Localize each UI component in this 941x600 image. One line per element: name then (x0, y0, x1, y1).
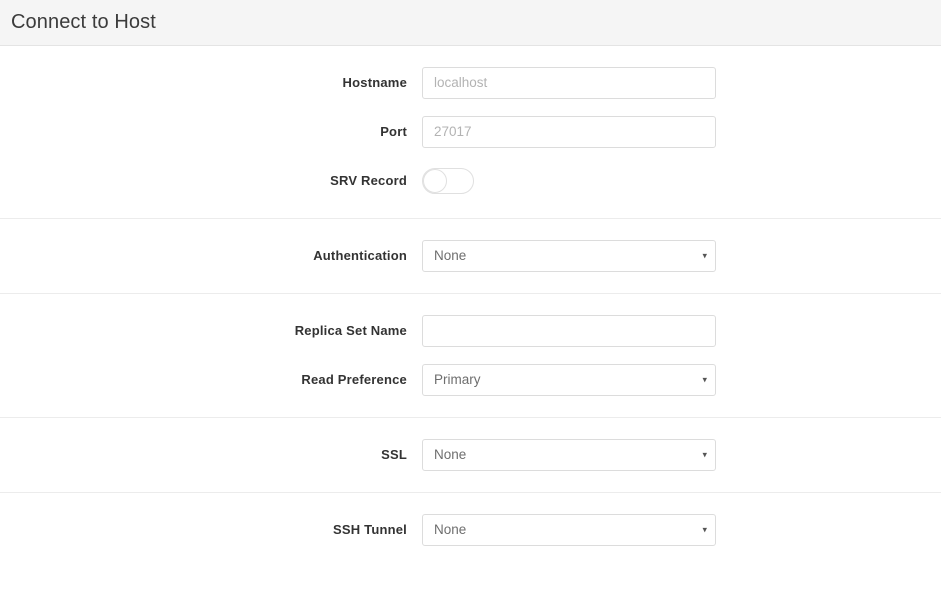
window-titlebar: Connect to Host (0, 0, 941, 46)
field-control: None ▾ (422, 513, 716, 546)
ssl-select[interactable]: None ▾ (422, 438, 716, 471)
page-title: Connect to Host (11, 11, 156, 33)
field-control (422, 66, 716, 99)
toggle-knob (423, 168, 447, 193)
form-row: SSL None ▾ (0, 430, 941, 479)
field-control (422, 314, 716, 347)
ssh-tunnel-select[interactable]: None ▾ (422, 513, 716, 546)
field-label: Replica Set Name (294, 323, 407, 338)
replica-set-name-input[interactable] (422, 314, 716, 347)
field-control: None ▾ (422, 239, 716, 272)
form-row: SSH Tunnel None ▾ (0, 505, 941, 554)
form-row: Replica Set Name (0, 306, 941, 355)
read-preference-select-value[interactable]: Primary (422, 363, 716, 396)
form-section-connection: Hostname Port SRV Record (0, 46, 941, 218)
ssh-tunnel-select-value[interactable]: None (422, 513, 716, 546)
connect-to-host-form: Hostname Port SRV Record Authentication None… (0, 46, 941, 567)
field-control (422, 115, 716, 148)
field-label: Port (380, 124, 407, 139)
form-row: Hostname (0, 58, 941, 107)
field-control: Primary ▾ (422, 363, 716, 396)
form-section-body: Replica Set Name Read Preference Primary ▾ (0, 294, 941, 417)
srv-record-toggle[interactable] (422, 167, 474, 194)
form-section-body: SSH Tunnel None ▾ (0, 493, 941, 567)
port-input[interactable] (422, 115, 716, 148)
form-section-body: SSL None ▾ (0, 418, 941, 492)
field-label: SSH Tunnel (333, 522, 407, 537)
field-control: None ▾ (422, 438, 716, 471)
form-section-ssh-tunnel: SSH Tunnel None ▾ (0, 492, 941, 567)
form-section-body: Authentication None ▾ (0, 219, 941, 293)
field-label: Authentication (313, 248, 407, 263)
field-label: SSL (381, 447, 407, 462)
hostname-input[interactable] (422, 66, 716, 99)
form-section-authentication: Authentication None ▾ (0, 218, 941, 293)
form-row: Read Preference Primary ▾ (0, 355, 941, 404)
authentication-select-value[interactable]: None (422, 239, 716, 272)
form-row: SRV Record (0, 156, 941, 205)
field-control (422, 167, 474, 194)
field-label: Read Preference (301, 372, 407, 387)
form-row: Authentication None ▾ (0, 231, 941, 280)
authentication-select[interactable]: None ▾ (422, 239, 716, 272)
field-label: Hostname (342, 75, 407, 90)
form-row: Port (0, 107, 941, 156)
field-label: SRV Record (330, 173, 407, 188)
form-section-replica-set: Replica Set Name Read Preference Primary ▾ (0, 293, 941, 417)
form-section-ssl: SSL None ▾ (0, 417, 941, 492)
read-preference-select[interactable]: Primary ▾ (422, 363, 716, 396)
ssl-select-value[interactable]: None (422, 438, 716, 471)
form-section-body: Hostname Port SRV Record (0, 46, 941, 218)
